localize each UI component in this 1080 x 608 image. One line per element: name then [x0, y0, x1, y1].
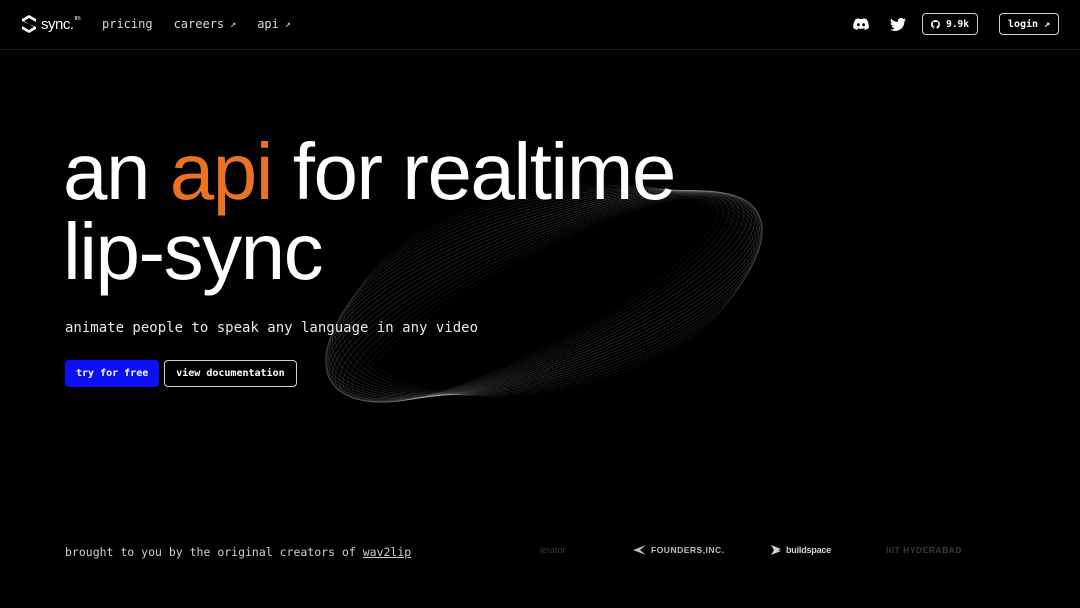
partner-logo-founders-inc: FOUNDERS,INC.: [633, 545, 725, 555]
github-stars-button[interactable]: 9.9k: [922, 13, 978, 35]
sync-logo-icon: [22, 15, 36, 33]
discord-icon[interactable]: [852, 15, 870, 33]
try-for-free-button[interactable]: try for free: [65, 360, 160, 387]
github-stars-count: 9.9k: [946, 18, 969, 30]
partner-logos: lerator FOUNDERS,INC. buildspace IIIT HY…: [540, 540, 980, 564]
hero-title-line2: lip-sync: [63, 207, 324, 296]
external-arrow-icon: ↗: [284, 18, 291, 30]
view-documentation-button[interactable]: view documentation: [164, 360, 297, 387]
top-nav: sync.tm pricing careers ↗ api ↗ 9.9k log…: [0, 0, 1080, 50]
hero-tagline: animate people to speak any language in …: [65, 320, 479, 336]
nav-actions: 9.9k login ↗: [852, 13, 1059, 35]
partner-logo-iiit-hyderabad: IIIT HYDERABAD: [886, 545, 962, 555]
partner-logo-buildspace: buildspace: [769, 545, 831, 555]
founders-inc-icon: [633, 545, 646, 555]
twitter-icon[interactable]: [889, 15, 907, 33]
logo-text: sync.tm: [41, 15, 81, 33]
login-button[interactable]: login ↗: [999, 13, 1059, 35]
buildspace-icon: [771, 545, 781, 555]
hero-title: an api for realtime lip-sync: [63, 127, 676, 296]
nav-link-api[interactable]: api ↗: [257, 17, 291, 31]
github-icon: [931, 19, 940, 29]
nav-links: pricing careers ↗ api ↗: [102, 17, 291, 31]
wav2lip-link[interactable]: wav2lip: [363, 545, 411, 559]
hero-title-accent: api: [169, 127, 274, 216]
logo[interactable]: sync.tm: [20, 14, 81, 34]
external-arrow-icon: ↗: [1044, 18, 1051, 30]
external-arrow-icon: ↗: [230, 18, 237, 30]
partner-logo-accelerator: lerator: [540, 545, 566, 555]
hero-cta-group: try for free view documentation: [65, 360, 297, 387]
nav-link-pricing[interactable]: pricing: [102, 17, 153, 31]
credit-text: brought to you by the original creators …: [65, 545, 412, 559]
nav-link-careers[interactable]: careers ↗: [174, 17, 237, 31]
